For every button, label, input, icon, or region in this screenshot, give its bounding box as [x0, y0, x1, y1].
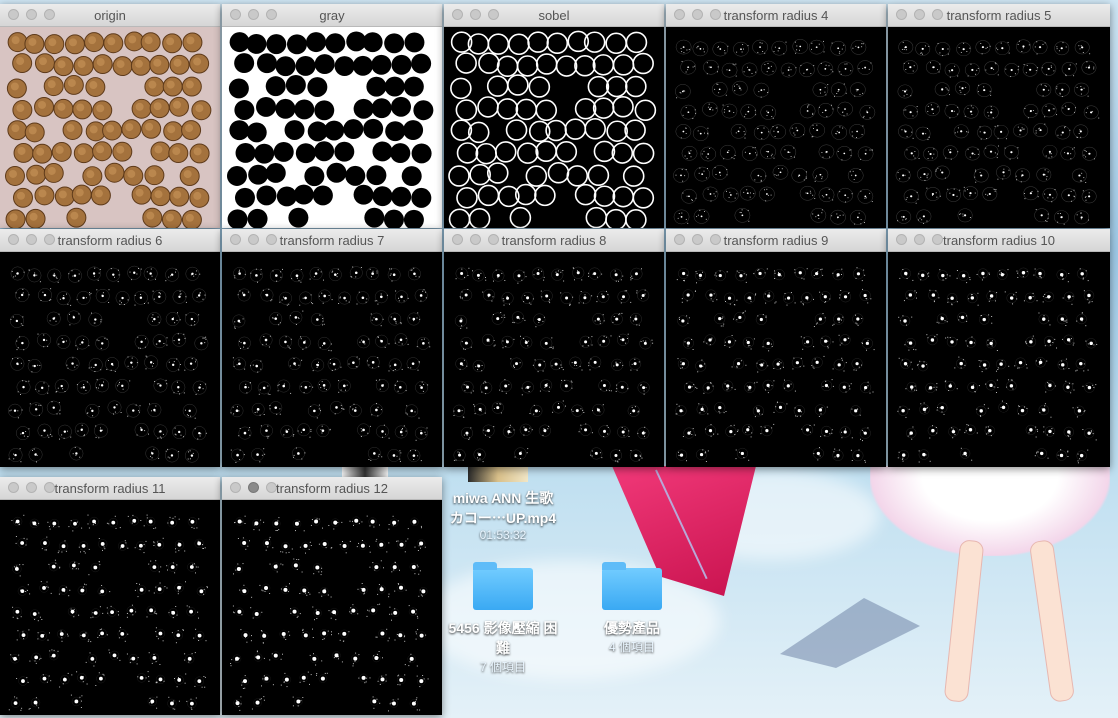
window-title: transform radius 12 [276, 481, 388, 496]
wallpaper-umbrella-shadow [780, 598, 920, 668]
image-canvas [444, 252, 664, 467]
window-radius-4[interactable]: transform radius 4 [666, 4, 886, 228]
hough-image [888, 27, 1110, 228]
window-radius-6[interactable]: transform radius 6 [0, 229, 220, 467]
desktop-icon-label: カコー⋯UP.mp4 [449, 510, 557, 526]
desktop-icon-label: 難 [496, 640, 510, 656]
window-titlebar[interactable]: transform radius 5 [888, 4, 1110, 27]
window-titlebar[interactable]: gray [222, 4, 442, 27]
hough-image [222, 252, 442, 467]
image-canvas [222, 500, 442, 715]
image-canvas [0, 500, 220, 715]
image-canvas [666, 27, 886, 228]
desktop-icon-subtitle: 4 個項目 [608, 640, 655, 654]
desktop-icon-subtitle: 7 個項目 [479, 660, 526, 674]
window-title: transform radius 7 [279, 233, 385, 248]
hough-image [888, 252, 1110, 467]
edge-image [444, 27, 664, 228]
image-canvas [444, 27, 664, 228]
folder-icon [602, 562, 662, 610]
window-radius-8[interactable]: transform radius 8 [444, 229, 664, 467]
hough-image [444, 252, 664, 467]
window-radius-5[interactable]: transform radius 5 [888, 4, 1110, 228]
hough-image [666, 27, 886, 228]
folder-icon [473, 562, 533, 610]
wallpaper-dress [870, 466, 1110, 556]
window-titlebar[interactable]: transform radius 8 [444, 229, 664, 252]
window-title: sobel [538, 8, 570, 23]
window-title: transform radius 5 [946, 8, 1052, 23]
hough-image [0, 500, 220, 715]
window-titlebar[interactable]: transform radius 9 [666, 229, 886, 252]
window-radius-7[interactable]: transform radius 7 [222, 229, 442, 467]
window-title: transform radius 11 [54, 481, 166, 496]
wallpaper-leg [943, 539, 985, 703]
image-canvas [888, 27, 1110, 228]
image-canvas [222, 252, 442, 467]
window-titlebar[interactable]: transform radius 10 [888, 229, 1110, 252]
window-titlebar[interactable]: transform radius 11 [0, 477, 220, 500]
window-titlebar[interactable]: transform radius 6 [0, 229, 220, 252]
window-title: gray [319, 8, 345, 23]
image-canvas [222, 27, 442, 228]
desktop-icon-folder-compression[interactable]: 5456 影像壓縮 困 難 7 個項目 [440, 562, 566, 675]
desktop-icon-subtitle: 01:53:32 [479, 528, 527, 542]
coins-image [0, 27, 220, 228]
window-radius-11[interactable]: transform radius 11 [0, 477, 220, 715]
window-radius-10[interactable]: transform radius 10 [888, 229, 1110, 467]
video-thumbnail[interactable] [468, 466, 528, 482]
hough-image [222, 500, 442, 715]
desktop-icon-label: 5456 影像壓縮 困 [448, 620, 558, 636]
hough-image [666, 252, 886, 467]
image-canvas [888, 252, 1110, 467]
image-canvas [0, 27, 220, 228]
wallpaper-leg [1028, 539, 1076, 703]
hough-image [0, 252, 220, 467]
window-titlebar[interactable]: transform radius 4 [666, 4, 886, 27]
window-titlebar[interactable]: transform radius 7 [222, 229, 442, 252]
window-gray[interactable]: gray [222, 4, 442, 228]
window-title: transform radius 4 [723, 8, 829, 23]
desktop-icon-label: 優勢產品 [604, 620, 660, 636]
binary-image [222, 27, 442, 228]
window-sobel[interactable]: sobel [444, 4, 664, 228]
window-title: origin [94, 8, 126, 23]
window-titlebar[interactable]: sobel [444, 4, 664, 27]
window-radius-9[interactable]: transform radius 9 [666, 229, 886, 467]
image-canvas [0, 252, 220, 467]
window-radius-12[interactable]: transform radius 12 [222, 477, 442, 715]
window-title: transform radius 8 [501, 233, 607, 248]
window-title: transform radius 9 [723, 233, 829, 248]
window-titlebar[interactable]: transform radius 12 [222, 477, 442, 500]
window-origin[interactable]: origin [0, 4, 220, 228]
desktop-icon-video[interactable]: miwa ANN 生歌 カコー⋯UP.mp4 01:53:32 [440, 488, 566, 542]
desktop-icon-label: miwa ANN 生歌 [452, 490, 554, 506]
image-canvas [666, 252, 886, 467]
desktop-icon-folder-products[interactable]: 優勢產品 4 個項目 [578, 562, 686, 655]
window-title: transform radius 10 [943, 233, 1055, 248]
window-title: transform radius 6 [57, 233, 163, 248]
window-titlebar[interactable]: origin [0, 4, 220, 27]
